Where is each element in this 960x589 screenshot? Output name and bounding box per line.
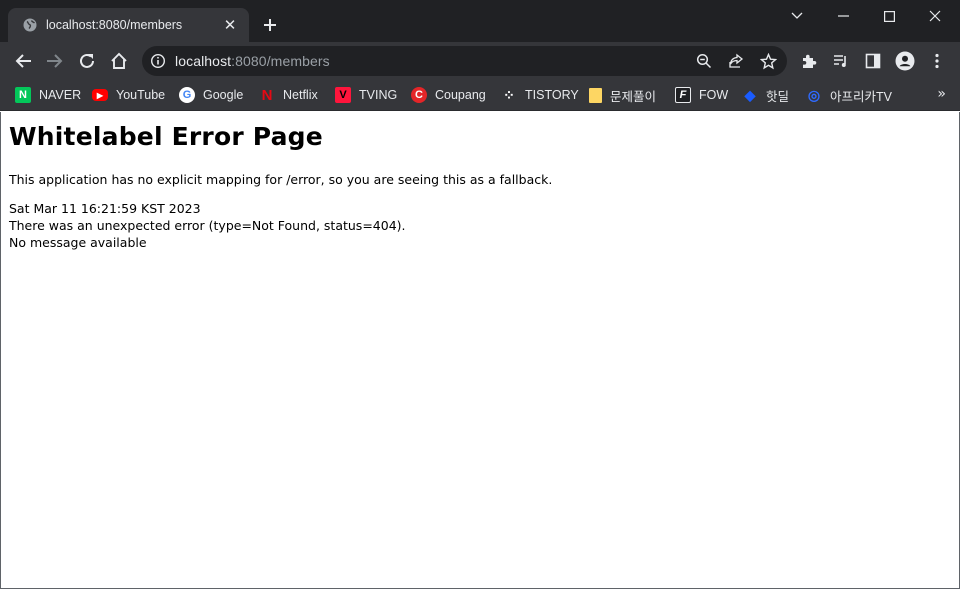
bookmarks-overflow-icon[interactable]: »	[937, 86, 946, 102]
bookmark-label: TVING	[359, 88, 398, 102]
menu-kebab-icon[interactable]	[924, 49, 950, 73]
bookmark-label: NAVER	[39, 88, 82, 102]
url-text: localhost:8080/members	[175, 53, 330, 69]
hotdeal-icon: ◆	[744, 86, 756, 103]
toolbar: localhost:8080/members	[0, 42, 960, 80]
youtube-icon: ▶	[92, 89, 108, 101]
tab-title: localhost:8080/members	[46, 18, 183, 32]
bookmark-fow[interactable]: F FOW	[675, 84, 728, 106]
back-button[interactable]	[10, 49, 36, 73]
bookmark-folder-problems[interactable]: 문제풀이	[587, 84, 656, 106]
bookmark-netflix[interactable]: N Netflix	[259, 84, 318, 106]
bookmark-google[interactable]: G Google	[179, 84, 243, 106]
folder-icon	[589, 87, 602, 103]
error-message-line: No message available	[9, 235, 147, 250]
error-timestamp: Sat Mar 11 16:21:59 KST 2023	[9, 201, 201, 216]
tab-search-button[interactable]	[774, 0, 820, 32]
bookmark-label: Netflix	[283, 88, 318, 102]
naver-icon: N	[15, 87, 31, 103]
bookmark-coupang[interactable]: C Coupang	[411, 84, 486, 106]
extensions-icon[interactable]	[796, 49, 822, 73]
bookmark-hotdeal[interactable]: ◆ 핫딜	[742, 84, 789, 106]
afreecatv-icon: ◎	[807, 86, 821, 103]
page-content: Whitelabel Error Page This application h…	[0, 112, 960, 589]
bookmark-tving[interactable]: V TVING	[335, 84, 397, 106]
bookmark-naver[interactable]: N NAVER	[15, 84, 81, 106]
page-title: Whitelabel Error Page	[9, 122, 323, 151]
tab-strip: localhost:8080/members ✕	[0, 0, 960, 42]
side-panel-icon[interactable]	[860, 49, 886, 73]
share-icon[interactable]	[727, 52, 745, 70]
bookmark-afreecatv[interactable]: ◎ 아프리카TV	[806, 84, 892, 106]
bookmark-tistory[interactable]: ⁘ TISTORY	[501, 84, 579, 106]
forward-button[interactable]	[42, 49, 68, 73]
url-path: :8080/members	[231, 53, 330, 69]
netflix-icon: N	[261, 86, 273, 104]
browser-window: localhost:8080/members ✕ localhost:8080/…	[0, 0, 960, 589]
error-status-line: There was an unexpected error (type=Not …	[9, 218, 406, 233]
bookmark-label: FOW	[699, 88, 729, 102]
tistory-icon: ⁘	[503, 86, 515, 103]
tab-active[interactable]: localhost:8080/members ✕	[8, 8, 249, 42]
tab-close-icon[interactable]: ✕	[221, 16, 239, 34]
new-tab-button[interactable]	[258, 13, 282, 37]
url-host: localhost	[175, 53, 232, 69]
bookmarks-bar: N NAVER ▶ YouTube G Google N Netflix V T…	[0, 80, 960, 111]
coupang-icon: C	[411, 87, 427, 103]
profile-avatar-icon[interactable]	[892, 49, 918, 73]
media-queue-icon[interactable]	[828, 49, 854, 73]
address-bar[interactable]: localhost:8080/members	[142, 46, 787, 76]
bookmark-label: 핫딜	[766, 89, 790, 104]
minimize-button[interactable]	[820, 0, 866, 32]
maximize-button[interactable]	[866, 0, 912, 32]
fow-icon: F	[675, 87, 691, 103]
close-window-button[interactable]	[912, 0, 958, 32]
bookmark-label: 아프리카TV	[830, 89, 892, 104]
bookmark-label: 문제풀이	[610, 89, 657, 104]
bookmark-label: Google	[203, 88, 244, 102]
google-icon: G	[179, 87, 195, 103]
bookmark-star-icon[interactable]	[759, 52, 777, 70]
bookmark-label: YouTube	[116, 88, 166, 102]
site-info-icon[interactable]	[150, 53, 166, 69]
error-description: This application has no explicit mapping…	[9, 172, 553, 187]
reload-button[interactable]	[74, 49, 100, 73]
tving-icon: V	[335, 87, 351, 103]
bookmark-label: Coupang	[435, 88, 486, 102]
bookmark-label: TISTORY	[525, 88, 579, 102]
zoom-icon[interactable]	[695, 52, 713, 70]
bookmark-youtube[interactable]: ▶ YouTube	[92, 84, 165, 106]
globe-icon	[22, 17, 38, 33]
home-button[interactable]	[106, 49, 132, 73]
